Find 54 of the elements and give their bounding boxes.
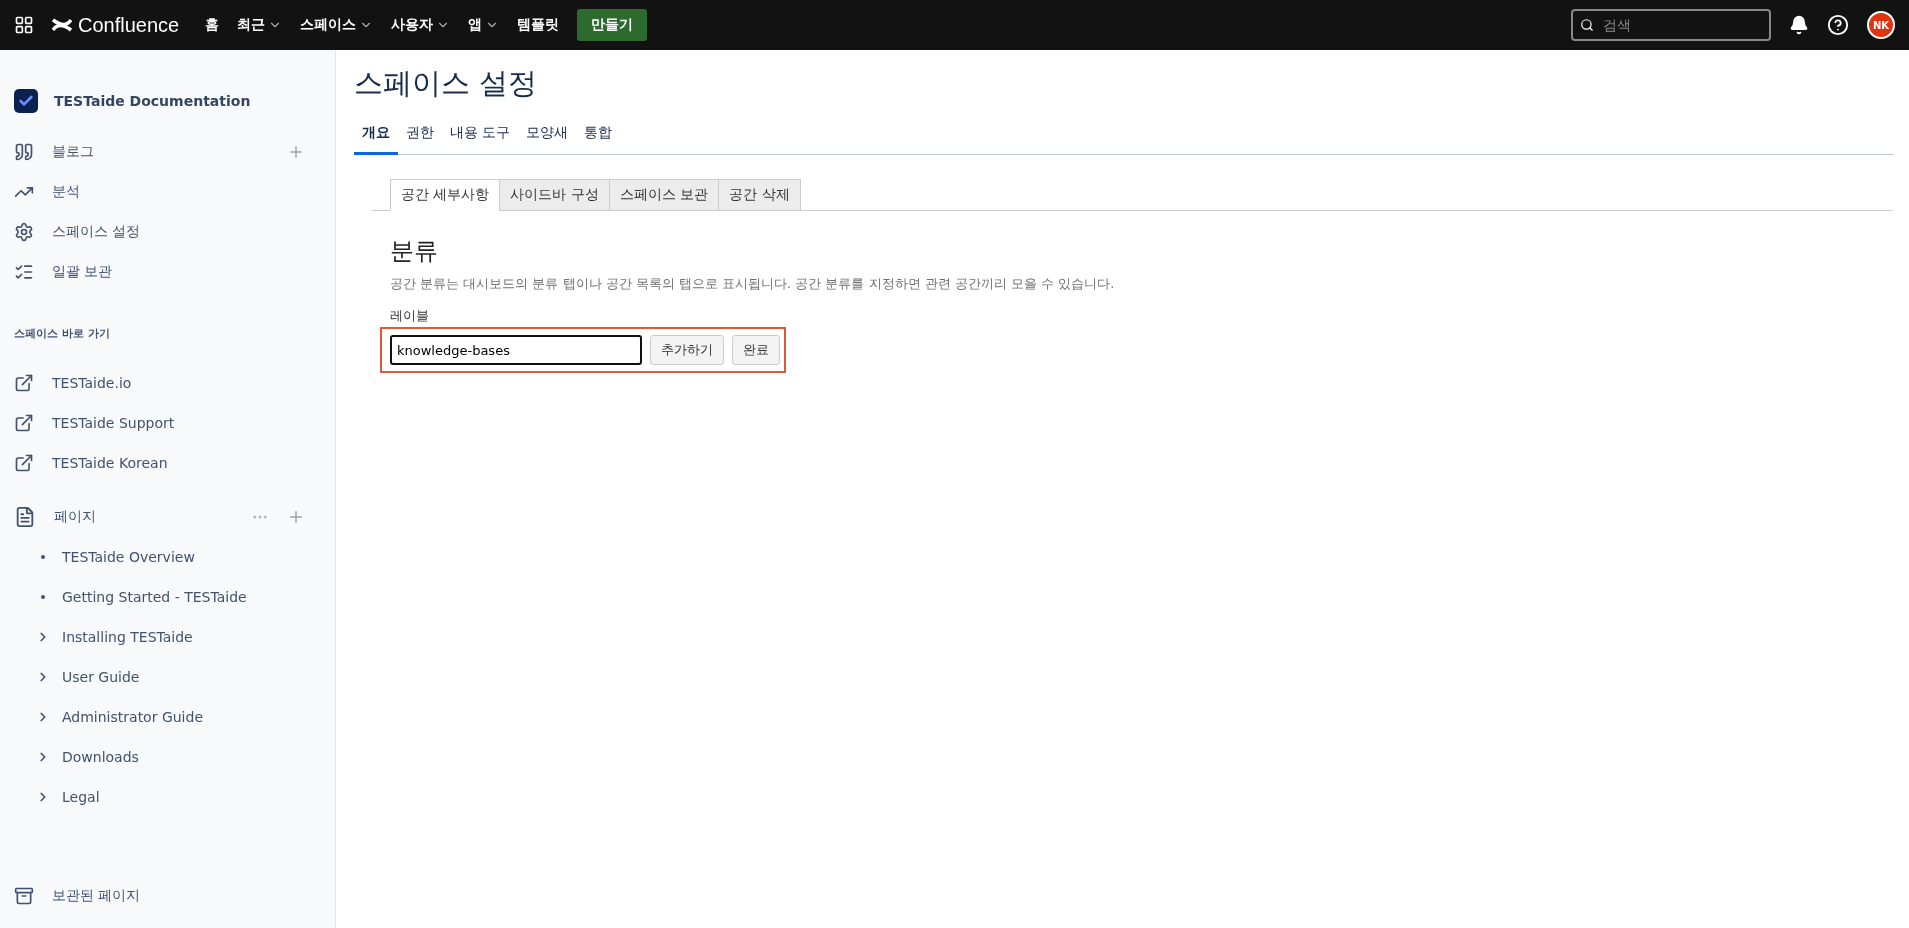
page-tree-item[interactable]: Administrator Guide: [14, 697, 335, 737]
nav-menu-item[interactable]: 스페이스: [300, 12, 374, 38]
user-avatar[interactable]: NK: [1867, 11, 1895, 39]
archived-pages-link[interactable]: 보관된 페이지: [14, 876, 335, 916]
nav-menu-item[interactable]: 최근: [237, 12, 283, 38]
subtab[interactable]: 사이드바 구성: [499, 179, 610, 211]
subtab[interactable]: 공간 삭제: [718, 179, 801, 211]
settings-icon: [14, 222, 34, 242]
search-icon: [1580, 18, 1594, 32]
search-field[interactable]: 검색: [1571, 9, 1771, 41]
done-button[interactable]: 완료: [732, 335, 780, 365]
shortcut-link[interactable]: TESTaide Korean: [14, 443, 335, 483]
external-link-icon: [14, 373, 34, 393]
sidebar-item[interactable]: 스페이스 설정: [14, 212, 335, 252]
page-tree-item[interactable]: Getting Started - TESTaide: [14, 577, 335, 617]
field-label: 레이블: [390, 307, 430, 325]
page-tree-item[interactable]: Downloads: [14, 737, 335, 777]
label-input-field[interactable]: knowledge-bases: [390, 335, 642, 365]
sidebar-item[interactable]: 분석: [14, 172, 335, 212]
notifications-icon[interactable]: [1789, 15, 1809, 35]
nav-menu-item[interactable]: 템플릿: [517, 12, 560, 38]
page-tree-item[interactable]: TESTaide Overview: [14, 537, 335, 577]
page-tree-item[interactable]: Installing TESTaide: [14, 617, 335, 657]
space-logo-icon: [14, 89, 38, 113]
settings-tab[interactable]: 개요: [354, 118, 398, 155]
help-icon[interactable]: [1827, 14, 1849, 36]
add-button[interactable]: 추가하기: [650, 335, 724, 365]
subtab[interactable]: 스페이스 보관: [608, 179, 720, 211]
sidebar-item[interactable]: 블로그: [14, 132, 335, 172]
external-link-icon: [14, 413, 34, 433]
subtab[interactable]: 공간 세부사항: [390, 179, 501, 211]
space-name[interactable]: TESTaide Documentation: [54, 93, 251, 109]
archive-box-icon: [14, 886, 34, 906]
shortcut-link[interactable]: TESTaide.io: [14, 363, 335, 403]
external-link-icon: [14, 453, 34, 473]
settings-tab[interactable]: 통합: [576, 118, 621, 155]
section-description: 공간 분류는 대시보드의 분류 탭이나 공간 목록의 탭으로 표시됩니다. 공간 분류를 지정하면 관련 공간끼리 모을 수 있습니다.: [390, 275, 1116, 293]
nav-menu-item[interactable]: 앱: [468, 12, 500, 38]
app-grid-icon[interactable]: [14, 15, 34, 35]
page-icon: [14, 506, 36, 528]
nav-menu-item[interactable]: 홈: [205, 12, 220, 38]
section-heading: 분류: [390, 236, 439, 267]
settings-tab[interactable]: 모양새: [518, 118, 577, 155]
section-title: 스페이스 바로 가기: [14, 326, 111, 341]
sidebar-item[interactable]: 일괄 보관: [14, 252, 335, 292]
settings-tab[interactable]: 내용 도구: [442, 118, 519, 155]
product-logo[interactable]: Confluence: [52, 13, 180, 37]
nav-menu-item[interactable]: 사용자: [391, 12, 451, 38]
create-button[interactable]: 만들기: [577, 9, 648, 41]
shortcut-link[interactable]: TESTaide Support: [14, 403, 335, 443]
settings-tab[interactable]: 권한: [398, 118, 442, 155]
page-title: 스페이스 설정: [354, 65, 539, 102]
page-tree-item[interactable]: Legal: [14, 777, 335, 817]
page-tree-item[interactable]: User Guide: [14, 657, 335, 697]
